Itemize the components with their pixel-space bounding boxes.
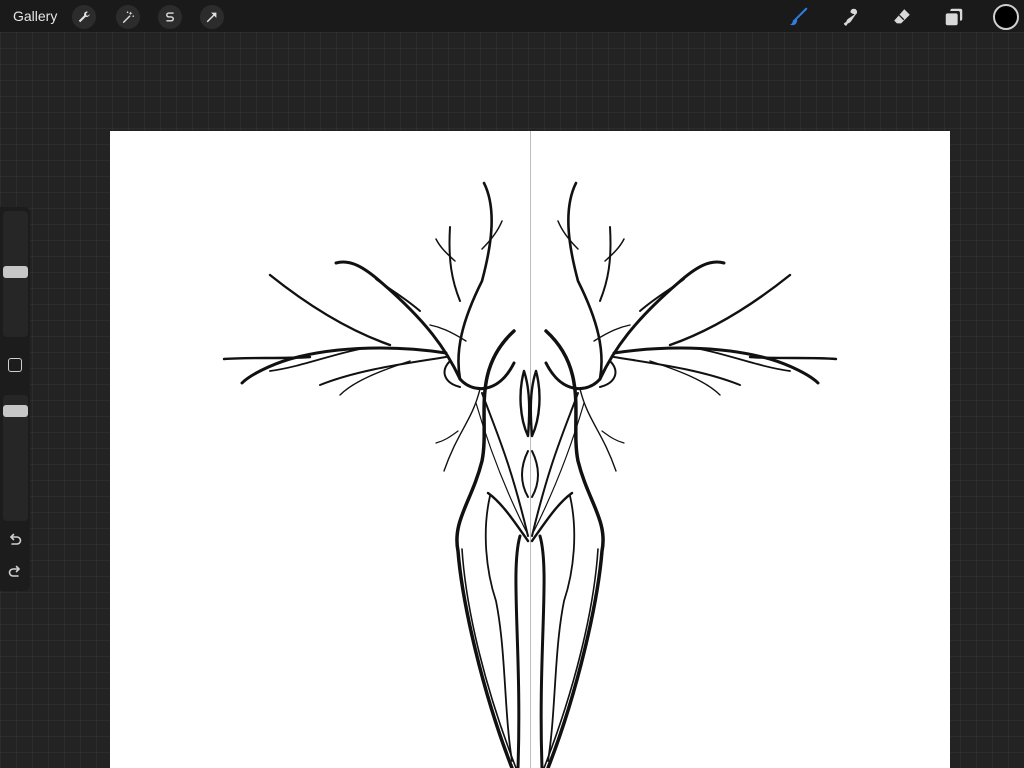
smudge-icon — [843, 8, 858, 26]
actions-button[interactable] — [72, 5, 96, 29]
layers-icon — [945, 8, 963, 26]
modify-button[interactable] — [8, 358, 22, 372]
opacity-slider[interactable] — [3, 395, 28, 521]
selection-button[interactable] — [158, 5, 182, 29]
tree-figure-drawing — [222, 181, 838, 768]
undo-icon[interactable] — [6, 532, 24, 550]
drawing-canvas[interactable] — [110, 131, 950, 768]
magic-wand-icon — [122, 11, 135, 23]
brush-icon — [789, 7, 808, 26]
brush-size-slider[interactable] — [3, 211, 28, 337]
layers-button[interactable] — [941, 4, 967, 30]
adjustments-button[interactable] — [116, 5, 140, 29]
gallery-button[interactable]: Gallery — [13, 8, 57, 24]
eraser-button[interactable] — [889, 4, 915, 30]
transform-button[interactable] — [200, 5, 224, 29]
selection-s-icon — [166, 12, 174, 22]
brush-size-thumb[interactable] — [3, 266, 28, 278]
side-toolbar — [0, 207, 30, 591]
smudge-button[interactable] — [838, 4, 864, 30]
redo-icon[interactable] — [6, 564, 24, 582]
top-toolbar: Gallery — [0, 0, 1024, 32]
transform-arrow-icon — [206, 12, 217, 23]
opacity-thumb[interactable] — [3, 405, 28, 417]
wrench-icon — [78, 11, 90, 23]
brush-button[interactable] — [785, 4, 811, 30]
color-picker-button[interactable] — [993, 4, 1019, 30]
eraser-icon — [894, 9, 910, 24]
